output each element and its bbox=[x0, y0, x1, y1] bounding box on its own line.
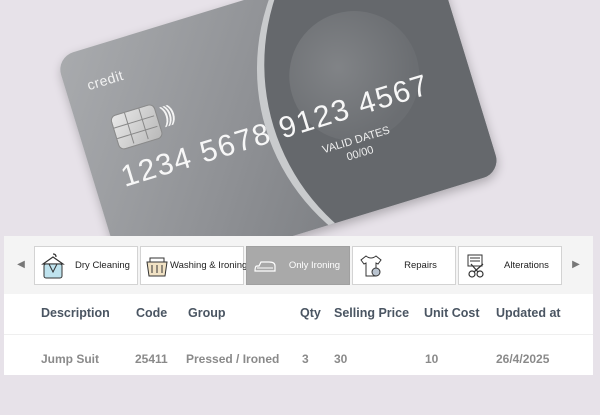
table-header: Description Code Group Qty Selling Price… bbox=[4, 306, 593, 326]
category-alterations[interactable]: Alterations bbox=[458, 246, 562, 285]
table-row[interactable]: Jump Suit 25411 Pressed / Ironed 3 30 10… bbox=[4, 352, 593, 372]
card-brand: credit bbox=[85, 66, 126, 94]
category-label: Only Ironing bbox=[288, 260, 341, 271]
category-bar: ◀ Dry Cleaning Washing & Ironing Only Ir… bbox=[4, 236, 593, 294]
category-only-ironing[interactable]: Only Ironing bbox=[246, 246, 350, 285]
iron-icon bbox=[250, 251, 280, 281]
cell-description: Jump Suit bbox=[41, 352, 100, 366]
category-dry-cleaning[interactable]: Dry Cleaning bbox=[34, 246, 138, 285]
washing-basket-icon bbox=[144, 251, 170, 281]
header-description: Description bbox=[41, 306, 110, 320]
next-arrow-button[interactable]: ▶ bbox=[569, 256, 583, 274]
header-qty: Qty bbox=[300, 306, 321, 320]
category-repairs[interactable]: Repairs bbox=[352, 246, 456, 285]
header-group: Group bbox=[188, 306, 226, 320]
header-updated-at: Updated at bbox=[496, 306, 561, 320]
header-selling-price: Selling Price bbox=[334, 306, 410, 320]
category-label: Washing & Ironing bbox=[170, 260, 248, 271]
cell-updated-at: 26/4/2025 bbox=[496, 352, 550, 366]
contactless-icon: ))) bbox=[157, 100, 175, 128]
chip-icon bbox=[109, 102, 164, 151]
cell-qty: 3 bbox=[302, 352, 309, 366]
scissors-icon bbox=[462, 251, 492, 281]
cell-group: Pressed / Ironed bbox=[186, 352, 280, 366]
dry-cleaning-icon bbox=[38, 251, 68, 281]
category-label: Dry Cleaning bbox=[75, 260, 130, 271]
shirt-gear-icon bbox=[356, 251, 386, 281]
header-code: Code bbox=[136, 306, 168, 320]
header-unit-cost: Unit Cost bbox=[424, 306, 480, 320]
category-label: Repairs bbox=[404, 260, 437, 271]
cell-unit-cost: 10 bbox=[425, 352, 439, 366]
services-panel: ◀ Dry Cleaning Washing & Ironing Only Ir… bbox=[4, 236, 593, 375]
category-washing-ironing[interactable]: Washing & Ironing bbox=[140, 246, 248, 285]
cell-selling-price: 30 bbox=[334, 352, 348, 366]
header-divider bbox=[4, 334, 593, 335]
prev-arrow-button[interactable]: ◀ bbox=[14, 256, 28, 274]
category-label: Alterations bbox=[504, 260, 549, 271]
cell-code: 25411 bbox=[135, 352, 168, 366]
